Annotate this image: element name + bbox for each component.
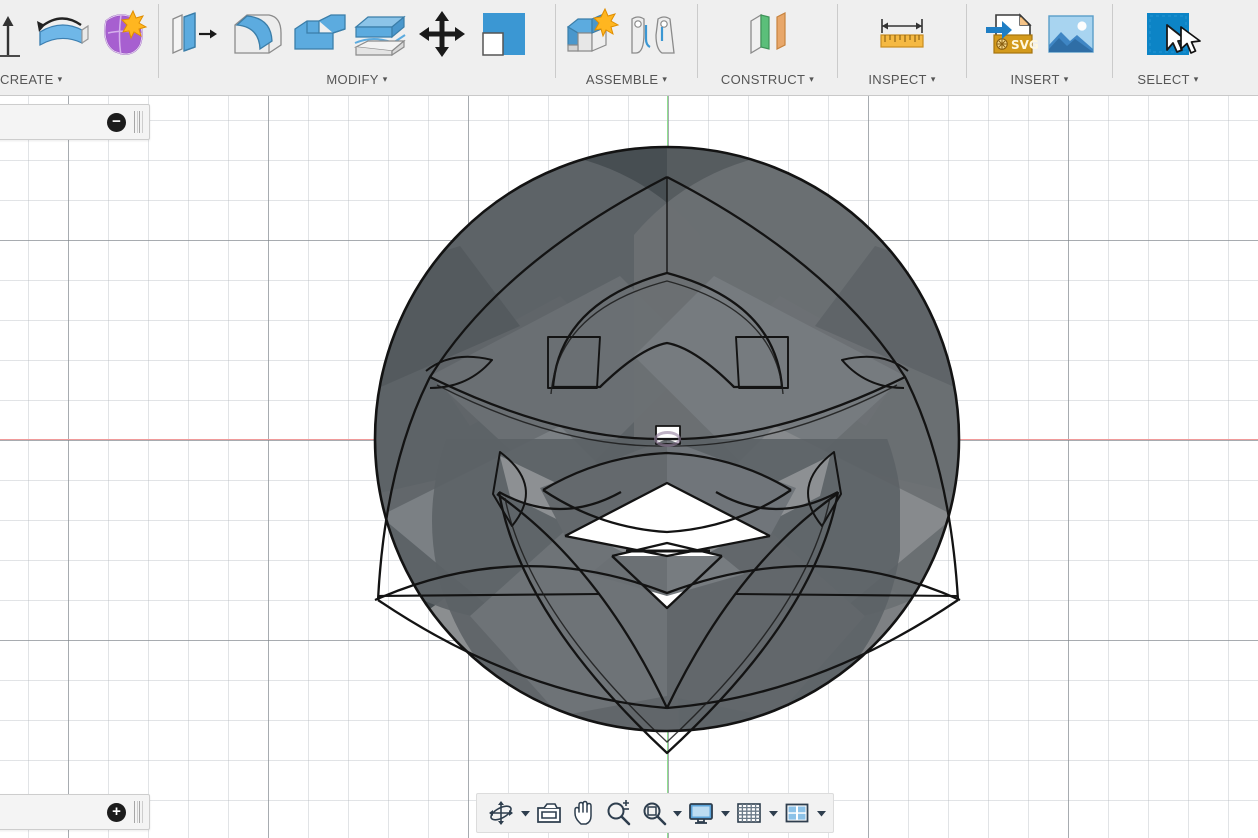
offset-plane-tool[interactable]: [737, 3, 799, 65]
revolve-tool[interactable]: [30, 3, 92, 65]
measure-tool[interactable]: [871, 3, 933, 65]
select-tool-row: [1113, 0, 1223, 68]
align-tool[interactable]: [473, 3, 535, 65]
zoom-tool[interactable]: [601, 796, 637, 830]
orbit-tool[interactable]: [483, 796, 519, 830]
inspect-label-text: INSPECT: [868, 72, 927, 87]
fusion360-window: CREATE ▾ MODIFY ▾ ASSEMBLE ▾ CONSTRUCT ▾…: [0, 0, 1258, 838]
pan-tool[interactable]: [567, 796, 601, 830]
select-tool[interactable]: [1137, 3, 1199, 65]
construct-label-text: CONSTRUCT: [720, 72, 806, 87]
fillet-tool[interactable]: [225, 3, 287, 65]
fit-dropdown-caret-icon[interactable]: [671, 796, 683, 830]
assemble-tool-row: [556, 0, 697, 68]
inspect-caret-icon: ▾: [930, 74, 936, 84]
grid-snaps-caret-icon[interactable]: [767, 796, 779, 830]
shell-tool[interactable]: [287, 3, 349, 65]
inspect-panel-label[interactable]: INSPECT ▾: [838, 68, 966, 94]
select-panel-label[interactable]: SELECT ▾: [1113, 68, 1223, 94]
viewports-caret-icon[interactable]: [815, 796, 827, 830]
assemble-panel-label[interactable]: ASSEMBLE ▾: [556, 68, 697, 94]
grid-snaps[interactable]: [731, 796, 767, 830]
look-at-tool[interactable]: [531, 796, 567, 830]
inspect-tool-row: [838, 0, 966, 68]
ribbon-panel-modify: MODIFY ▾: [159, 0, 555, 95]
ribbon-panel-assemble: ASSEMBLE ▾: [556, 0, 697, 95]
modify-caret-icon: ▾: [382, 74, 388, 84]
display-settings[interactable]: [683, 796, 719, 830]
timeline-resize-grip[interactable]: [134, 801, 143, 823]
browser-resize-grip[interactable]: [134, 111, 143, 133]
create-caret-icon: ▾: [57, 74, 63, 84]
offset-face-tool[interactable]: [349, 3, 411, 65]
modify-panel-label[interactable]: MODIFY ▾: [159, 68, 555, 94]
create-tool-row: [0, 0, 158, 68]
model-body[interactable]: [0, 96, 1258, 838]
create-label-text: CREATE: [0, 72, 54, 87]
ribbon-panel-insert: SVG INSERT ▾: [967, 0, 1112, 95]
ribbon-toolbar: CREATE ▾ MODIFY ▾ ASSEMBLE ▾ CONSTRUCT ▾…: [0, 0, 1258, 96]
construct-tool-row: [698, 0, 837, 68]
assemble-label-text: ASSEMBLE: [585, 72, 659, 87]
modify-label-text: MODIFY: [326, 72, 379, 87]
insert-caret-icon: ▾: [1063, 74, 1069, 84]
ribbon-panel-select: SELECT ▾: [1113, 0, 1223, 95]
ribbon-panel-inspect: INSPECT ▾: [838, 0, 966, 95]
display-settings-caret-icon[interactable]: [719, 796, 731, 830]
construct-caret-icon: ▾: [809, 74, 815, 84]
modify-tool-row: [159, 0, 555, 68]
timeline-panel-collapsed[interactable]: +: [0, 794, 150, 830]
select-caret-icon: ▾: [1193, 74, 1199, 84]
create-form-tool[interactable]: [92, 3, 154, 65]
move-copy-tool[interactable]: [411, 3, 473, 65]
insert-panel-label[interactable]: INSERT ▾: [967, 68, 1112, 94]
canvas-image-tool[interactable]: [1040, 3, 1102, 65]
assemble-caret-icon: ▾: [662, 74, 668, 84]
orbit-dropdown-caret-icon[interactable]: [519, 796, 531, 830]
viewports[interactable]: [779, 796, 815, 830]
ribbon-panel-construct: CONSTRUCT ▾: [698, 0, 837, 95]
insert-label-text: INSERT: [1010, 72, 1060, 87]
joint-tool[interactable]: [622, 3, 684, 65]
svg-text:SVG: SVG: [1011, 38, 1038, 52]
create-panel-label[interactable]: CREATE ▾: [0, 68, 158, 94]
browser-collapse-icon[interactable]: −: [107, 112, 126, 132]
new-component-tool[interactable]: [560, 3, 622, 65]
press-pull-tool[interactable]: [163, 3, 225, 65]
origin-point-marker[interactable]: [654, 431, 681, 447]
insert-tool-row: SVG: [967, 0, 1112, 68]
insert-svg-tool[interactable]: SVG: [978, 3, 1040, 65]
fit-tool[interactable]: [637, 796, 671, 830]
viewport-canvas[interactable]: [0, 96, 1258, 838]
timeline-expand-icon[interactable]: +: [107, 802, 126, 822]
ribbon-panel-create: CREATE ▾: [0, 0, 158, 95]
construct-panel-label[interactable]: CONSTRUCT ▾: [698, 68, 837, 94]
extrude-tool[interactable]: [0, 3, 30, 65]
view-navigation-bar: [476, 793, 834, 833]
select-label-text: SELECT: [1137, 72, 1190, 87]
browser-panel-collapsed[interactable]: −: [0, 104, 150, 140]
